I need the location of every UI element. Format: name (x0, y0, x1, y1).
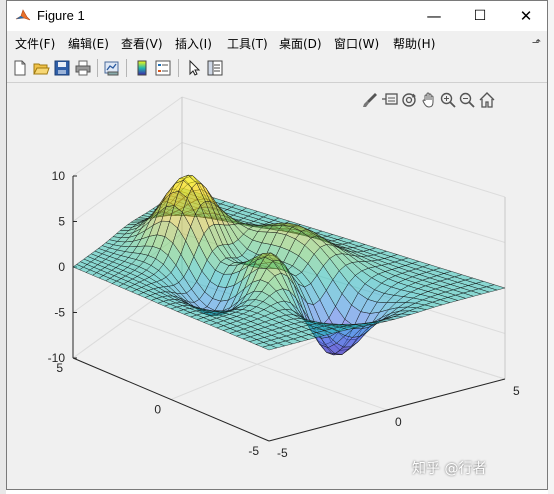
grid-line (72, 96, 183, 177)
menu-view[interactable]: 查看(V) (121, 35, 163, 52)
menu-file[interactable]: 文件(F) (15, 35, 55, 52)
menu-edit[interactable]: 编辑(E) (68, 35, 109, 52)
property-inspector-icon[interactable] (206, 59, 224, 77)
maximize-button[interactable]: ☐ (457, 1, 503, 31)
x-tick-label: -5 (277, 446, 288, 460)
window-title: Figure 1 (37, 8, 85, 23)
menu-pin-icon[interactable]: ⬏ (532, 36, 541, 49)
insert-colorbar-icon[interactable] (133, 59, 151, 77)
menu-insert[interactable]: 插入(I) (175, 35, 212, 52)
toolbar-separator (178, 59, 179, 77)
menu-help[interactable]: 帮助(H) (393, 35, 435, 52)
z-tick-label: -5 (54, 306, 65, 320)
x-axis-line (268, 378, 506, 442)
minimize-button[interactable]: — (411, 1, 457, 31)
close-button[interactable]: ✕ (503, 1, 549, 31)
title-bar[interactable]: Figure 1 — ☐ ✕ (7, 1, 547, 31)
new-figure-icon[interactable] (11, 59, 29, 77)
x-tick-label: 5 (513, 384, 520, 398)
y-tick-label: 0 (154, 403, 161, 417)
menu-bar: 文件(F) 编辑(E) 查看(V) 插入(I) 工具(T) 桌面(D) 窗口(W… (7, 32, 547, 54)
z-tick-label: 10 (52, 169, 66, 183)
link-plot-icon[interactable] (103, 59, 121, 77)
menu-desktop[interactable]: 桌面(D) (279, 35, 322, 52)
z-tick-label: 0 (58, 260, 65, 274)
matlab-logo-icon (15, 9, 31, 21)
toolbar-separator (97, 59, 98, 77)
y-tick-label: -5 (248, 444, 259, 458)
grid-line (181, 96, 506, 198)
menu-window[interactable]: 窗口(W) (334, 35, 379, 52)
watermark: 知乎 @行者 (412, 461, 487, 477)
edit-plot-pointer-icon[interactable] (185, 59, 203, 77)
window-shadow (548, 0, 554, 494)
open-file-icon[interactable] (32, 59, 50, 77)
menu-tools[interactable]: 工具(T) (227, 35, 268, 52)
y-axis-line (72, 357, 270, 442)
x-tick-label: 0 (395, 415, 402, 429)
figure-toolbar (7, 54, 547, 83)
figure-window: Figure 1 — ☐ ✕ 文件(F) 编辑(E) 查看(V) 插入(I) 工… (6, 0, 548, 490)
insert-legend-icon[interactable] (154, 59, 172, 77)
y-tick-label: 5 (56, 361, 63, 375)
toolbar-separator (126, 59, 127, 77)
save-icon[interactable] (53, 59, 71, 77)
print-icon[interactable] (74, 59, 92, 77)
z-tick-label: 5 (58, 215, 65, 229)
surface-plot-axes[interactable]: 1050-5-1050-5 -505 (7, 83, 547, 489)
